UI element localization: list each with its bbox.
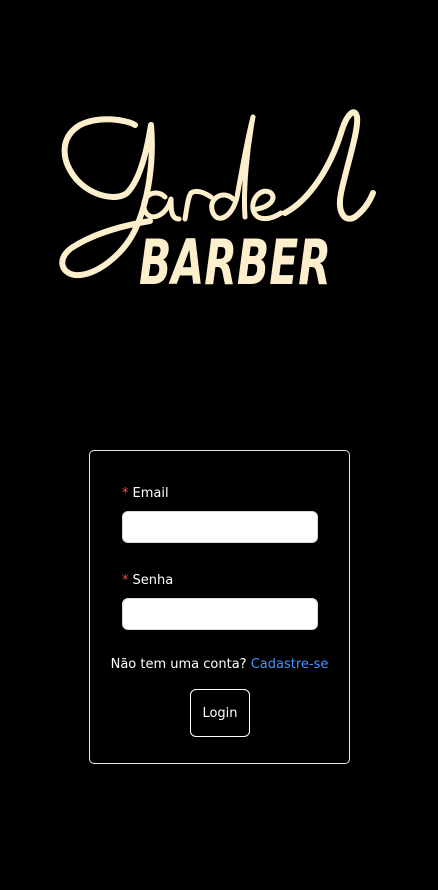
email-required-mark: * xyxy=(122,486,129,501)
logo-barber-text: BARBER xyxy=(139,226,331,295)
password-label: * Senha xyxy=(122,573,173,589)
password-input[interactable] xyxy=(122,598,318,630)
login-form: * Email * Senha Não tem uma conta? Cadastr… xyxy=(89,450,350,764)
email-label-text: Email xyxy=(132,486,169,501)
password-required-mark: * xyxy=(122,573,129,588)
signup-link[interactable]: Cadastre-se xyxy=(251,657,329,672)
jardel-barber-logo: BARBER xyxy=(55,105,385,295)
login-page: BARBER * Email * Senha Não tem uma conta? … xyxy=(0,0,438,890)
signup-prompt-text: Não tem uma conta? xyxy=(110,657,247,672)
password-label-text: Senha xyxy=(132,573,174,588)
email-label: * Email xyxy=(122,486,169,502)
signup-prompt-row: Não tem uma conta? Cadastre-se xyxy=(90,657,349,673)
email-input[interactable] xyxy=(122,511,318,543)
login-button[interactable]: Login xyxy=(190,689,250,737)
